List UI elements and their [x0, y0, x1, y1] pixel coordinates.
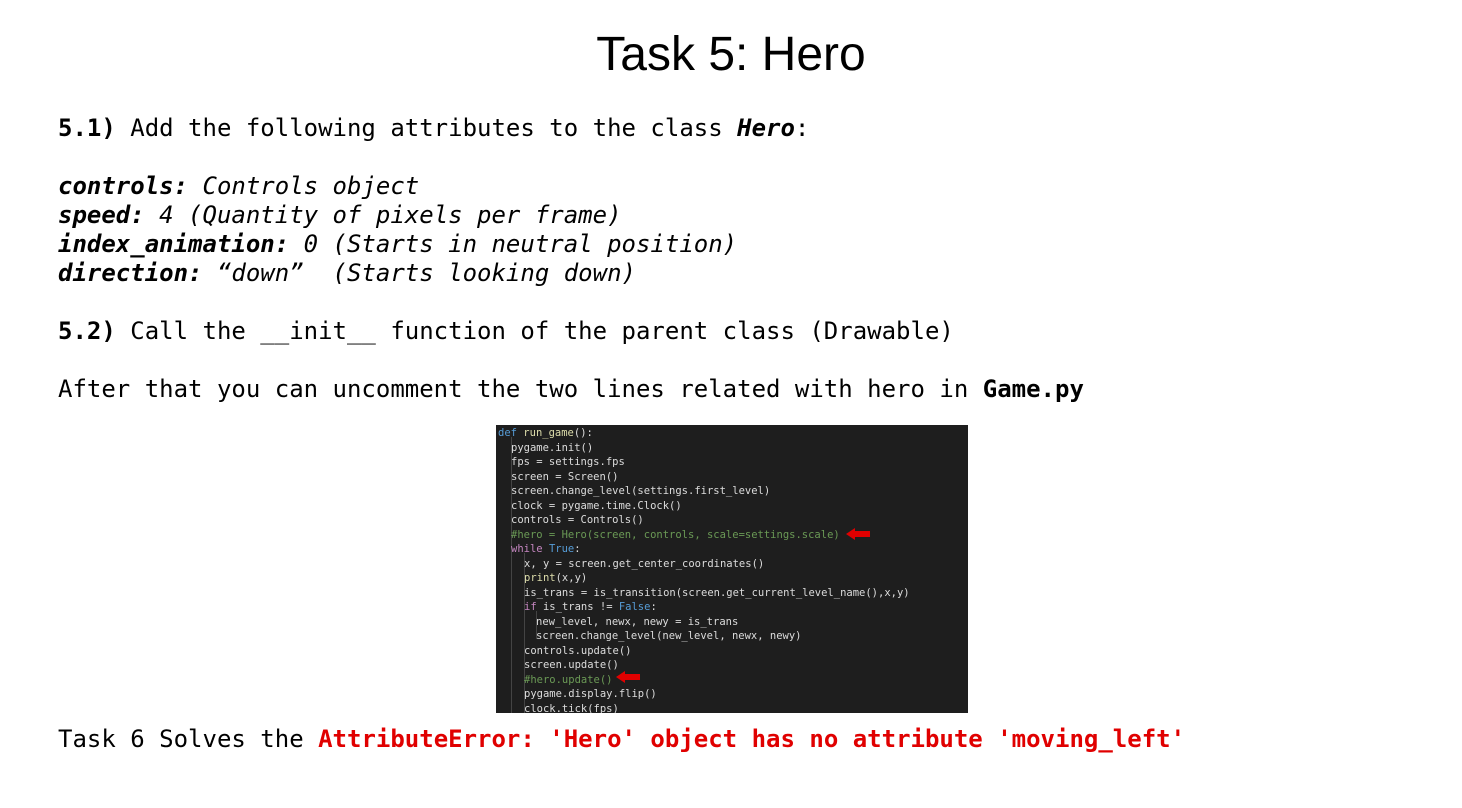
code-line: screen.change_level(settings.first_level…: [511, 485, 771, 497]
code-line: fps = settings.fps: [511, 456, 625, 468]
code-line: while True:: [511, 543, 581, 555]
task-6-text: Task 6 Solves the: [58, 725, 319, 753]
code-line: clock = pygame.time.Clock(): [511, 499, 682, 512]
section-text: Call the __init__ function of the parent…: [115, 317, 954, 345]
section-text: Add the following attributes to the clas…: [115, 114, 738, 142]
attribute-name: index_animation:: [58, 230, 290, 258]
attribute-name: controls:: [58, 172, 189, 200]
code-screenshot: def run_game(): pygame.init() fps = sett…: [496, 425, 968, 713]
code-comment-hero: #hero = Hero(screen, controls, scale=set…: [511, 528, 840, 541]
attribute-desc: “down” (Starts looking down): [202, 259, 636, 287]
section-number: 5.2): [58, 317, 116, 345]
task-6-note: Task 6 Solves the AttributeError: 'Hero'…: [58, 724, 1185, 754]
code-line: pygame.init(): [511, 441, 594, 454]
code-comment-update: #hero.update(): [524, 673, 613, 686]
after-text: After that you can uncomment the two lin…: [58, 375, 983, 403]
red-arrow-icon: [616, 671, 640, 683]
class-name: Hero: [737, 114, 795, 142]
colon: :: [794, 114, 810, 142]
code-line: is_trans = is_transition(screen.get_curr…: [524, 586, 910, 599]
attribute-name: speed:: [58, 201, 145, 229]
attribute-desc: 0 (Starts in neutral position): [289, 230, 738, 258]
code-line: screen.change_level(new_level, newx, new…: [536, 630, 802, 642]
section-number: 5.1): [58, 114, 116, 142]
code-line: x, y = screen.get_center_coordinates(): [524, 557, 765, 570]
attribute-name: direction:: [58, 259, 203, 287]
attribute-index-animation: index_animation: 0 (Starts in neutral po…: [58, 229, 737, 259]
attribute-speed: speed: 4 (Quantity of pixels per frame): [58, 200, 622, 230]
code-line: screen.update(): [524, 659, 619, 671]
attribute-controls: controls: Controls object: [58, 171, 419, 201]
code-line: print(x,y): [524, 572, 588, 584]
section-5-1: 5.1) Add the following attributes to the…: [58, 113, 809, 143]
attribute-desc: Controls object: [188, 172, 420, 200]
code-line: controls = Controls(): [511, 514, 644, 526]
code-line: pygame.display.flip(): [524, 688, 657, 700]
code-line: new_level, newx, newy = is_trans: [536, 615, 739, 628]
error-message: AttributeError: 'Hero' object has no att…: [318, 725, 1186, 753]
attribute-direction: direction: “down” (Starts looking down): [58, 258, 636, 288]
red-arrow-icon: [846, 528, 870, 540]
attribute-desc: 4 (Quantity of pixels per frame): [144, 201, 622, 229]
after-note: After that you can uncomment the two lin…: [58, 374, 1084, 404]
code-line: screen = Screen(): [511, 470, 619, 483]
code-line: controls.update(): [524, 644, 632, 657]
code-line: clock.tick(fps): [524, 702, 619, 714]
section-5-2: 5.2) Call the __init__ function of the p…: [58, 316, 954, 346]
code-line: def run_game():: [498, 427, 593, 439]
page-title: Task 5: Hero: [596, 28, 866, 81]
code-line: if is_trans != False:: [524, 601, 657, 613]
file-name: Game.py: [982, 375, 1084, 403]
